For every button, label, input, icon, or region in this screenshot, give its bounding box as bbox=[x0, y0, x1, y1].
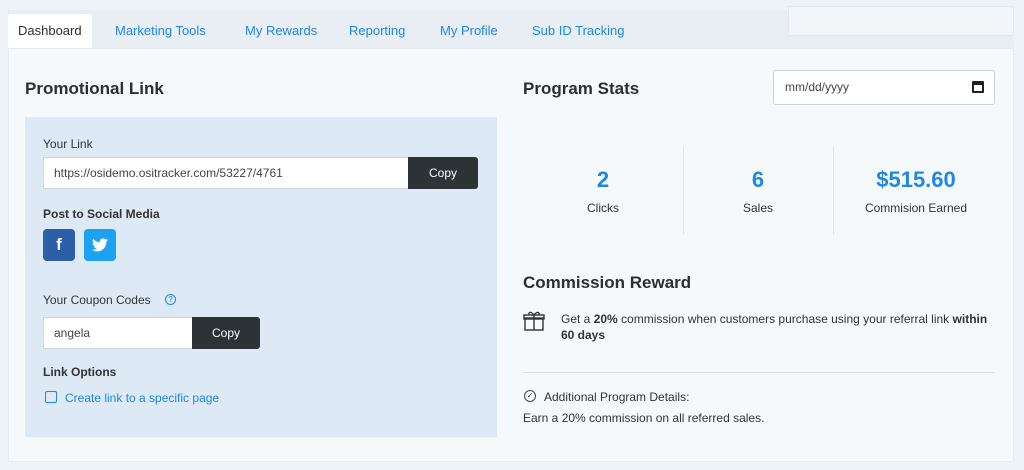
twitter-icon[interactable] bbox=[84, 229, 116, 261]
additional-details-label: Additional Program Details: bbox=[544, 390, 690, 404]
edit-icon bbox=[45, 391, 57, 403]
social-media-label: Post to Social Media bbox=[43, 207, 160, 221]
check-circle-icon: ✓ bbox=[524, 390, 536, 402]
stat-clicks: 2 Clicks bbox=[523, 147, 683, 235]
your-link-field[interactable]: https://osidemo.ositracker.com/53227/476… bbox=[43, 157, 409, 189]
create-link-specific-page[interactable]: Create link to a specific page bbox=[65, 391, 219, 405]
stat-commission: $515.60 Commision Earned bbox=[833, 147, 999, 235]
info-icon[interactable]: ? bbox=[165, 294, 176, 305]
reward-percent: 20% bbox=[593, 312, 618, 326]
additional-details-text: Earn a 20% commission on all referred sa… bbox=[523, 411, 765, 425]
program-stats-title: Program Stats bbox=[523, 79, 640, 98]
stat-sales-value: 6 bbox=[751, 167, 765, 192]
stat-clicks-label: Clicks bbox=[587, 201, 619, 215]
copy-link-button[interactable]: Copy bbox=[408, 157, 478, 189]
stat-clicks-value: 2 bbox=[596, 167, 610, 192]
coupon-code-field[interactable]: angela bbox=[43, 317, 193, 349]
tab-sub-id-tracking[interactable]: Sub ID Tracking bbox=[522, 14, 635, 48]
stat-sales: 6 Sales bbox=[683, 147, 833, 235]
date-input[interactable]: mm/dd/yyyy bbox=[773, 70, 995, 105]
program-stats: 2 Clicks 6 Sales $515.60 Commision Earne… bbox=[523, 147, 999, 235]
dashboard-panel: Promotional Link Your Link https://oside… bbox=[8, 48, 1014, 462]
promotional-link-box: Your Link https://osidemo.ositracker.com… bbox=[25, 117, 497, 437]
stat-sales-label: Sales bbox=[742, 201, 774, 215]
commission-reward-title: Commission Reward bbox=[523, 273, 692, 292]
reward-text-pre: Get a bbox=[561, 312, 594, 326]
link-options-label: Link Options bbox=[43, 365, 117, 379]
twitter-bird-icon bbox=[92, 238, 108, 252]
tab-my-profile[interactable]: My Profile bbox=[430, 14, 508, 48]
gift-icon bbox=[523, 311, 545, 331]
date-placeholder: mm/dd/yyyy bbox=[785, 80, 850, 94]
coupon-codes-label: Your Coupon Codes bbox=[43, 293, 151, 307]
tab-dashboard[interactable]: Dashboard bbox=[8, 14, 92, 48]
your-link-label: Your Link bbox=[43, 137, 93, 151]
promotional-link-title: Promotional Link bbox=[25, 79, 164, 98]
divider bbox=[523, 372, 995, 373]
tab-reporting[interactable]: Reporting bbox=[339, 14, 415, 48]
commission-reward-text: Get a 20% commission when customers purc… bbox=[561, 311, 1001, 343]
stat-commission-value: $515.60 bbox=[876, 167, 956, 192]
tab-marketing-tools[interactable]: Marketing Tools bbox=[105, 14, 216, 48]
header-search-box[interactable] bbox=[788, 6, 1014, 36]
calendar-icon[interactable] bbox=[972, 81, 984, 93]
reward-text-mid: commission when customers purchase using… bbox=[617, 312, 953, 326]
copy-coupon-button[interactable]: Copy bbox=[192, 317, 260, 349]
facebook-icon[interactable]: f bbox=[43, 229, 75, 261]
stat-commission-label: Commision Earned bbox=[864, 201, 968, 215]
tab-my-rewards[interactable]: My Rewards bbox=[235, 14, 327, 48]
